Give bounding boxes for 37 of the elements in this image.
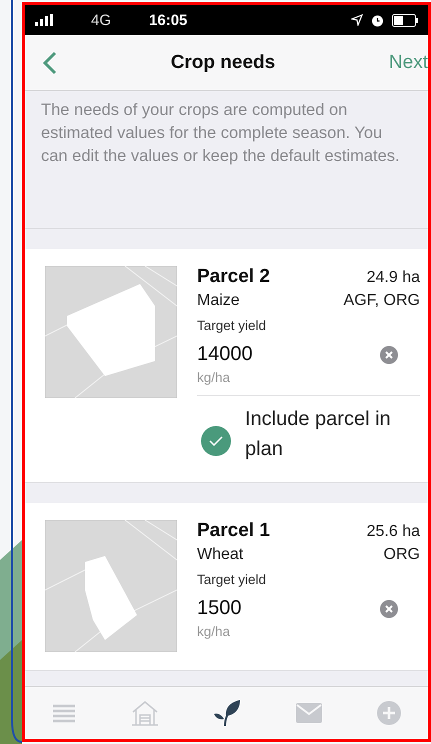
parcel-name: Parcel 1 (197, 520, 270, 542)
unit-label: kg/ha (197, 624, 232, 639)
leaf-icon (213, 699, 242, 727)
signal-icon (35, 14, 55, 26)
yield-input[interactable]: 1500 (197, 597, 317, 620)
mail-icon (296, 703, 322, 723)
parcel-tags: AGF, ORG (344, 292, 420, 310)
yield-input[interactable]: 14000 (197, 343, 317, 366)
alarm-icon (371, 14, 384, 26)
battery-icon (392, 14, 418, 26)
barn-icon (130, 699, 159, 727)
field-label: Target yield (197, 318, 268, 333)
location-icon (351, 14, 363, 26)
check-icon (209, 436, 223, 446)
clear-button[interactable] (380, 346, 398, 364)
field-label: Target yield (197, 572, 268, 587)
parcel-area: 25.6 ha (366, 523, 420, 541)
parcel-area: 24.9 ha (366, 269, 420, 287)
parcel-name: Parcel 2 (197, 266, 270, 288)
clear-icon (380, 346, 398, 364)
clear-icon (380, 600, 398, 618)
unit-label: kg/ha (197, 370, 232, 385)
clear-button[interactable] (380, 600, 398, 618)
back-button[interactable] (43, 50, 57, 74)
network-label: 4G (91, 12, 112, 28)
add-icon (376, 701, 401, 725)
crop-name: Wheat (197, 546, 244, 564)
menu-icon (52, 703, 76, 723)
back-icon (43, 50, 57, 74)
include-checkbox[interactable] (201, 426, 231, 456)
parcel-tags: ORG (384, 546, 420, 564)
tab-bar-item[interactable] (213, 699, 242, 727)
clock-time: 16:05 (149, 12, 188, 28)
intro-text: The needs of your crops are computed on estimated values for the complete season. You can edit the values or keep the default estimates. (25, 91, 428, 229)
screen-title: Crop needs (170, 52, 276, 74)
crop-name: Maize (197, 292, 240, 310)
include-label: Include parcel in plan (245, 407, 392, 462)
